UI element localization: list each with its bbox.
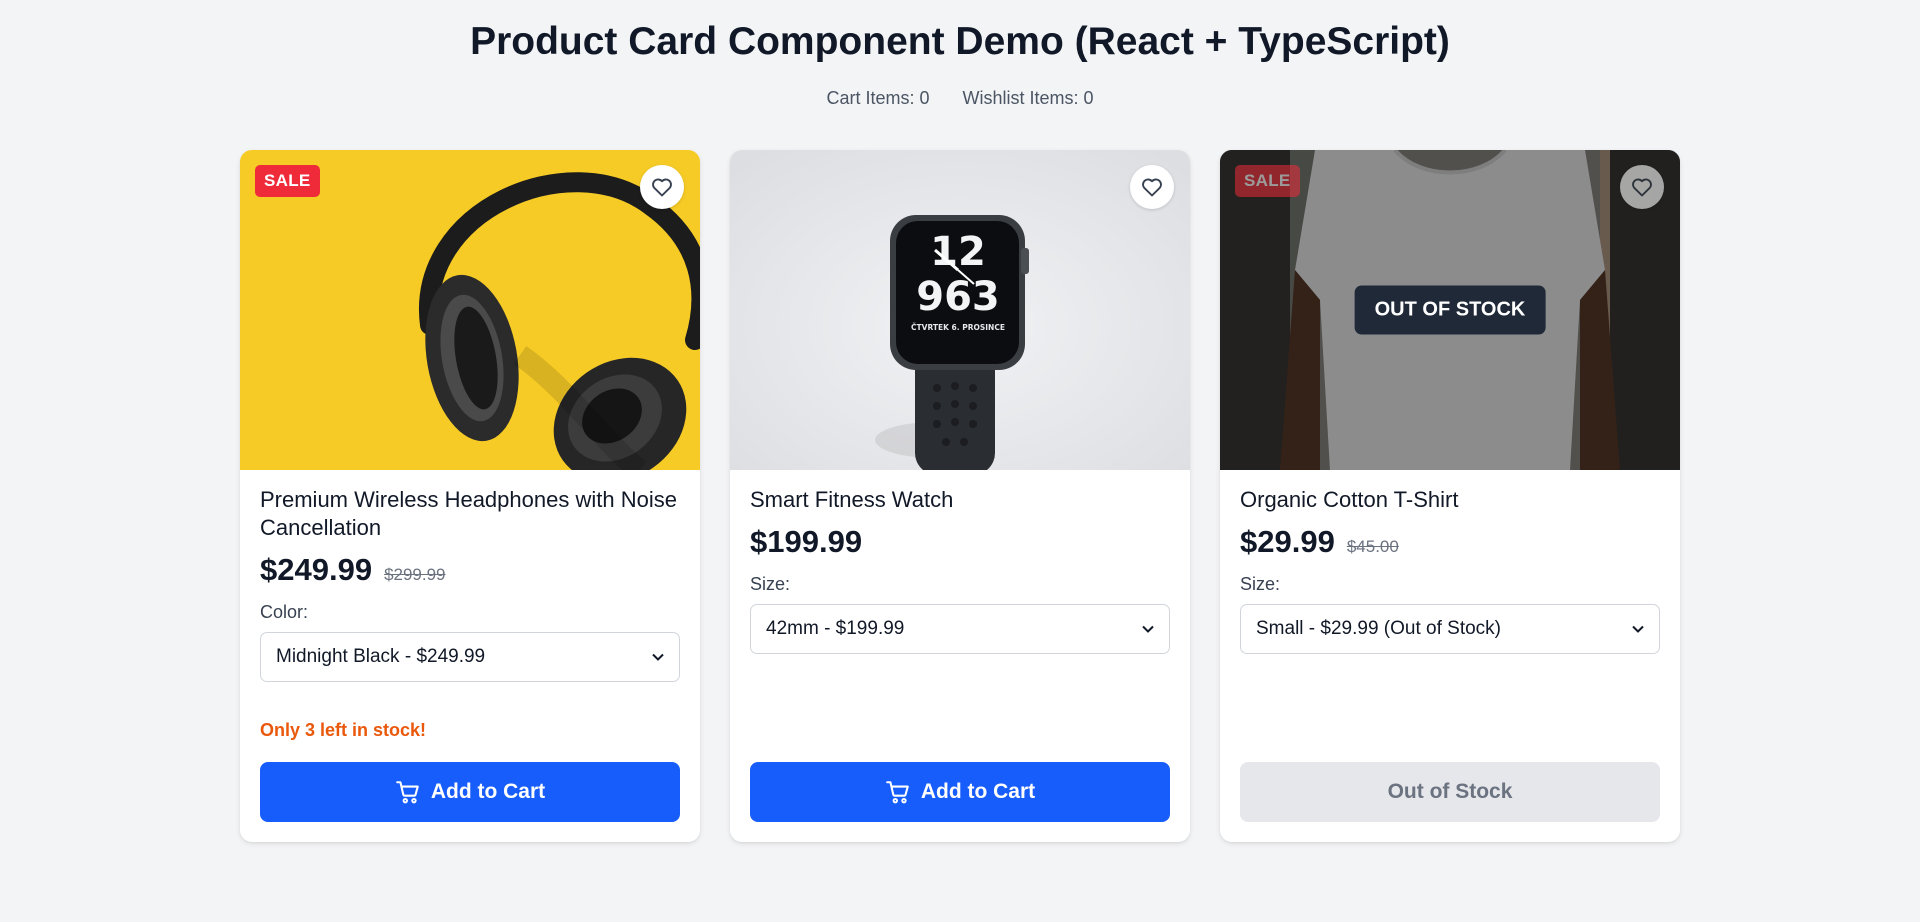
heart-icon bbox=[652, 178, 672, 197]
product-card-tshirt: SALE OUT OF STOCK Organic Cotton T-Shirt… bbox=[1220, 150, 1680, 842]
selected-option: Small - $29.99 (Out of Stock) bbox=[1256, 618, 1501, 639]
product-name: Smart Fitness Watch bbox=[750, 487, 954, 512]
cart-items-count: Cart Items: 0 bbox=[826, 88, 930, 108]
smartwatch-photo: 12 963 ČTVRTEK 6. PROSINCE bbox=[730, 150, 1190, 470]
chevron-down-icon bbox=[652, 653, 664, 661]
wishlist-heart-button[interactable] bbox=[1620, 165, 1664, 209]
color-select[interactable]: Midnight Black - $249.99 bbox=[260, 632, 680, 682]
price-row: $199.99 bbox=[750, 524, 1170, 560]
out-of-stock-button[interactable]: Out of Stock bbox=[1240, 762, 1660, 822]
cart-icon bbox=[395, 781, 419, 804]
product-name: Premium Wireless Headphones with Noise C… bbox=[260, 487, 677, 540]
option-label: Size: bbox=[750, 574, 791, 594]
sale-badge: SALE bbox=[255, 165, 320, 197]
chevron-down-icon bbox=[1142, 625, 1154, 633]
product-price: $199.99 bbox=[750, 524, 863, 559]
selected-option: Midnight Black - $249.99 bbox=[276, 646, 486, 667]
page-title: Product Card Component Demo (React + Typ… bbox=[470, 20, 1450, 63]
wishlist-heart-button[interactable] bbox=[1130, 165, 1174, 209]
product-price: $249.99 bbox=[260, 552, 373, 587]
original-price: $45.00 bbox=[1346, 537, 1399, 556]
size-select[interactable]: 42mm - $199.99 bbox=[750, 604, 1170, 654]
add-to-cart-button[interactable]: Add to Cart bbox=[750, 762, 1170, 822]
product-image-tshirt[interactable]: SALE OUT OF STOCK bbox=[1220, 150, 1680, 470]
sale-badge: SALE bbox=[1235, 165, 1300, 197]
option-label: Color: bbox=[260, 602, 309, 622]
heart-icon bbox=[1632, 178, 1652, 197]
heart-icon bbox=[1142, 178, 1162, 197]
product-price: $29.99 bbox=[1240, 524, 1335, 559]
product-image-headphones[interactable]: SALE bbox=[240, 150, 700, 470]
product-card-headphones: SALE Premium Wireless Headphones with No… bbox=[240, 150, 700, 842]
low-stock-note: Only 3 left in stock! bbox=[260, 720, 427, 740]
add-to-cart-label: Add to Cart bbox=[430, 780, 546, 803]
chevron-down-icon bbox=[1632, 625, 1644, 633]
wishlist-items-count: Wishlist Items: 0 bbox=[962, 88, 1094, 108]
headphones-photo bbox=[240, 150, 700, 470]
watch-date: ČTVRTEK 6. PROSINCE bbox=[911, 323, 1005, 332]
selected-option: 42mm - $199.99 bbox=[766, 618, 905, 639]
price-row: $249.99 $299.99 bbox=[260, 552, 680, 588]
price-row: $29.99 $45.00 bbox=[1240, 524, 1660, 560]
out-of-stock-label: OUT OF STOCK bbox=[1354, 285, 1546, 335]
product-name: Organic Cotton T-Shirt bbox=[1240, 487, 1459, 512]
original-price: $299.99 bbox=[384, 565, 446, 584]
size-select[interactable]: Small - $29.99 (Out of Stock) bbox=[1240, 604, 1660, 654]
cart-wishlist-counters: Cart Items: 0 Wishlist Items: 0 bbox=[0, 88, 1920, 109]
product-image-watch[interactable]: 12 963 ČTVRTEK 6. PROSINCE bbox=[730, 150, 1190, 470]
out-of-stock-button-label: Out of Stock bbox=[1387, 780, 1513, 803]
add-to-cart-button[interactable]: Add to Cart bbox=[260, 762, 680, 822]
option-label: Size: bbox=[1240, 574, 1281, 594]
cart-icon bbox=[885, 781, 909, 804]
wishlist-heart-button[interactable] bbox=[640, 165, 684, 209]
watch-digits-bottom: 963 bbox=[916, 274, 1000, 320]
product-card-watch: 12 963 ČTVRTEK 6. PROSINCE Smart Fitness… bbox=[730, 150, 1190, 842]
add-to-cart-label: Add to Cart bbox=[920, 780, 1036, 803]
